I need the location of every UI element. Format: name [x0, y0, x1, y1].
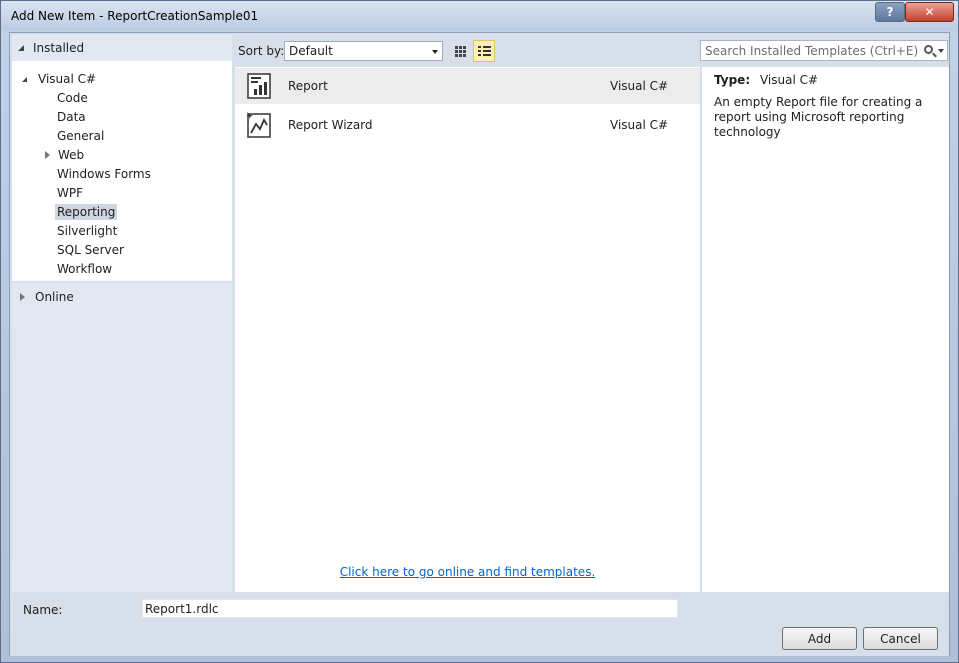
search-installed-templates-input[interactable]: Search Installed Templates (Ctrl+E) [700, 40, 948, 61]
tree-node-label: SQL Server [57, 243, 124, 257]
tree-node-data[interactable]: Data [55, 108, 88, 126]
tree-node-windows-forms[interactable]: Windows Forms [55, 165, 153, 183]
sort-by-value: Default [289, 44, 333, 58]
grid-view-icon [454, 45, 466, 57]
tree-node-label: Web [58, 148, 85, 162]
tree-node-visual-csharp[interactable]: Visual C# [22, 70, 98, 88]
dialog-client-area: Installed Visual C# Code Data General We… [9, 32, 950, 656]
window-title: Add New Item - ReportCreationSample01 [11, 9, 259, 23]
tree-node-label: Data [57, 110, 86, 124]
tree-node-label: Windows Forms [57, 167, 151, 181]
tree-node-web[interactable]: Web [45, 146, 86, 164]
tree-node-label: Reporting [55, 204, 118, 220]
name-input[interactable] [142, 599, 678, 618]
cancel-button[interactable]: Cancel [863, 627, 938, 650]
search-placeholder: Search Installed Templates (Ctrl+E) [705, 44, 919, 58]
tree-node-reporting[interactable]: Reporting [55, 203, 118, 221]
tree-node-sql-server[interactable]: SQL Server [55, 241, 126, 259]
list-view-button[interactable] [473, 40, 495, 62]
tree-node-workflow[interactable]: Workflow [55, 260, 114, 278]
tree-node-label: Online [35, 290, 74, 304]
type-line: Type: Visual C# [714, 73, 937, 87]
title-bar[interactable]: Add New Item - ReportCreationSample01 ? … [1, 1, 958, 31]
collapsed-arrow-icon[interactable] [45, 151, 50, 159]
online-section: Online [12, 283, 232, 592]
tree-node-code[interactable]: Code [55, 89, 90, 107]
tree-node-label: WPF [57, 186, 84, 200]
template-name: Report Wizard [288, 118, 373, 132]
medium-icons-view-button[interactable] [449, 40, 471, 62]
type-label: Type: [714, 73, 751, 87]
tree-node-label: General [57, 129, 105, 143]
expanded-arrow-icon [18, 45, 24, 51]
name-label: Name: [23, 603, 63, 617]
template-tree: Installed Visual C# Code Data General We… [12, 35, 232, 592]
report-wizard-icon [246, 112, 271, 138]
sort-by-select[interactable]: Default [284, 41, 443, 61]
tree-node-wpf[interactable]: WPF [55, 184, 85, 202]
expanded-arrow-icon [22, 76, 27, 82]
report-icon [247, 73, 271, 99]
template-item-report[interactable]: Report Visual C# [235, 68, 700, 104]
template-details: Type: Visual C# An empty Report file for… [702, 67, 949, 592]
tree-node-silverlight[interactable]: Silverlight [55, 222, 119, 240]
list-view-icon [477, 46, 491, 56]
template-name: Report [288, 79, 328, 93]
search-icon[interactable] [924, 45, 933, 54]
tree-node-label: Installed [33, 41, 85, 55]
dialog-window: Add New Item - ReportCreationSample01 ? … [0, 0, 959, 663]
add-button[interactable]: Add [782, 627, 857, 650]
tree-node-label: Workflow [57, 262, 113, 276]
template-item-report-wizard[interactable]: Report Wizard Visual C# [235, 107, 700, 143]
tree-node-label: Code [57, 91, 88, 105]
help-button[interactable]: ? [875, 2, 905, 22]
tree-node-label: Silverlight [57, 224, 118, 238]
go-online-link[interactable]: Click here to go online and find templat… [235, 565, 700, 579]
sort-by-label: Sort by: [238, 44, 285, 58]
template-list: Report Visual C# Report Wizard Visual C#… [235, 67, 700, 592]
bottom-panel: Name: Add Cancel [10, 594, 949, 656]
close-button[interactable]: ✕ [905, 2, 954, 22]
type-value: Visual C# [759, 73, 819, 87]
tree-node-installed[interactable]: Installed [12, 35, 232, 61]
collapsed-arrow-icon[interactable] [20, 293, 25, 301]
chevron-down-icon[interactable] [938, 49, 944, 53]
tree-node-label: Visual C# [38, 72, 97, 86]
tree-node-general[interactable]: General [55, 127, 106, 145]
tree-node-online[interactable]: Online [20, 288, 76, 306]
template-language: Visual C# [610, 79, 669, 93]
template-description: An empty Report file for creating a repo… [714, 95, 923, 139]
chevron-down-icon [432, 50, 438, 54]
template-language: Visual C# [610, 118, 669, 132]
